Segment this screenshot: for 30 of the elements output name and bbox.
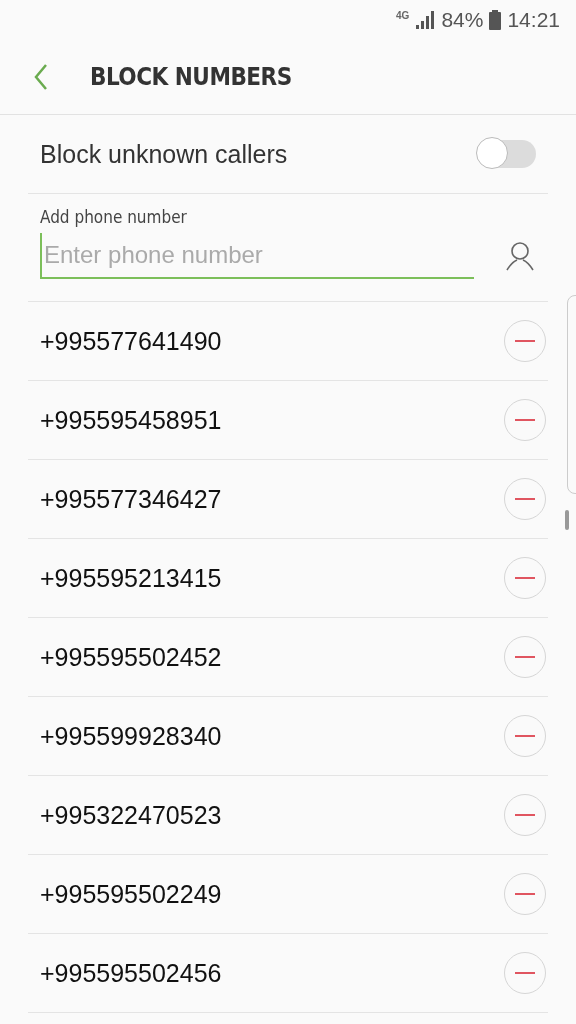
- phone-number: +995595502456: [40, 958, 222, 988]
- phone-number: +995595502452: [40, 642, 222, 672]
- remove-button[interactable]: [504, 557, 546, 599]
- field-label: Add phone number: [40, 207, 188, 227]
- contact-icon[interactable]: [504, 240, 536, 272]
- remove-button[interactable]: [504, 794, 546, 836]
- remove-button[interactable]: [504, 715, 546, 757]
- signal-icon: [415, 11, 436, 29]
- phone-number: +995595458951: [40, 405, 222, 435]
- remove-button[interactable]: [504, 399, 546, 441]
- remove-button[interactable]: [504, 873, 546, 915]
- phone-number: +995595502249: [40, 879, 222, 909]
- scrollbar: [565, 510, 569, 530]
- phone-number: +995577641490: [40, 326, 222, 356]
- setting-label: Block unknown callers: [40, 139, 288, 169]
- battery-percent: 84%: [441, 8, 484, 32]
- battery-icon: [489, 10, 502, 30]
- network-type: 4G: [396, 10, 410, 21]
- phone-number: +995322470523: [40, 800, 222, 830]
- phone-number: +995595213415: [40, 563, 222, 593]
- phone-number: +995599928340: [40, 721, 222, 751]
- clock: 14:21: [507, 8, 560, 32]
- phone-number: +995577346427: [40, 484, 222, 514]
- page-title: BLOCK NUMBERS: [90, 63, 292, 91]
- remove-button[interactable]: [504, 952, 546, 994]
- remove-button[interactable]: [504, 320, 546, 362]
- toggle-switch[interactable]: [478, 140, 536, 168]
- remove-button[interactable]: [504, 636, 546, 678]
- remove-button[interactable]: [504, 478, 546, 520]
- phone-input-field[interactable]: Enter phone number: [40, 233, 474, 279]
